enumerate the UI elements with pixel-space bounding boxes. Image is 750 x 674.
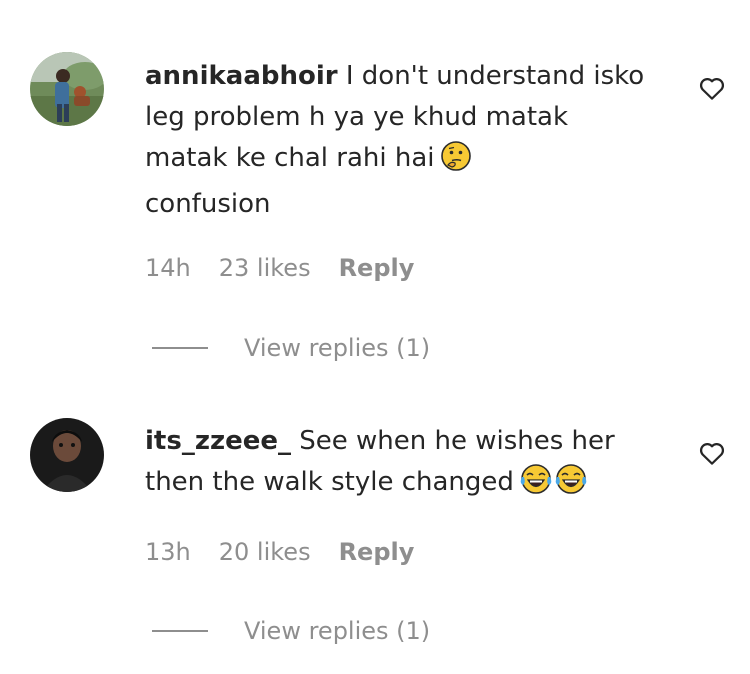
avatar[interactable]: [30, 418, 104, 492]
comment-username[interactable]: its_zzeee_: [145, 426, 291, 456]
comment-time: 13h: [145, 538, 191, 566]
reply-button[interactable]: Reply: [339, 538, 415, 566]
comment-body: its_zzeee_ See when he wishes her then t…: [145, 421, 645, 508]
comment-time: 14h: [145, 254, 191, 282]
like-heart-icon[interactable]: [697, 73, 727, 103]
divider-line: [152, 630, 208, 632]
tears-of-joy-emoji-icon: [520, 463, 552, 508]
avatar[interactable]: [30, 52, 104, 126]
comment-username[interactable]: annikaabhoir: [145, 61, 338, 91]
view-replies-button[interactable]: View replies (1): [152, 334, 430, 362]
comment-likes[interactable]: 23 likes: [219, 254, 311, 282]
comment-meta: 13h 20 likes Reply: [145, 538, 442, 566]
comment-likes[interactable]: 20 likes: [219, 538, 311, 566]
reply-button[interactable]: Reply: [339, 254, 415, 282]
comment-text-tail: confusion: [145, 189, 271, 219]
thinking-face-emoji-icon: [440, 141, 471, 184]
view-replies-button[interactable]: View replies (1): [152, 617, 430, 645]
tears-of-joy-emoji-icon: [555, 463, 587, 508]
comment-meta: 14h 23 likes Reply: [145, 254, 442, 282]
divider-line: [152, 347, 208, 349]
like-heart-icon[interactable]: [697, 438, 727, 468]
view-replies-label: View replies (1): [244, 617, 431, 645]
comment-body: annikaabhoir I don't understand isko leg…: [145, 56, 645, 225]
view-replies-label: View replies (1): [244, 334, 431, 362]
